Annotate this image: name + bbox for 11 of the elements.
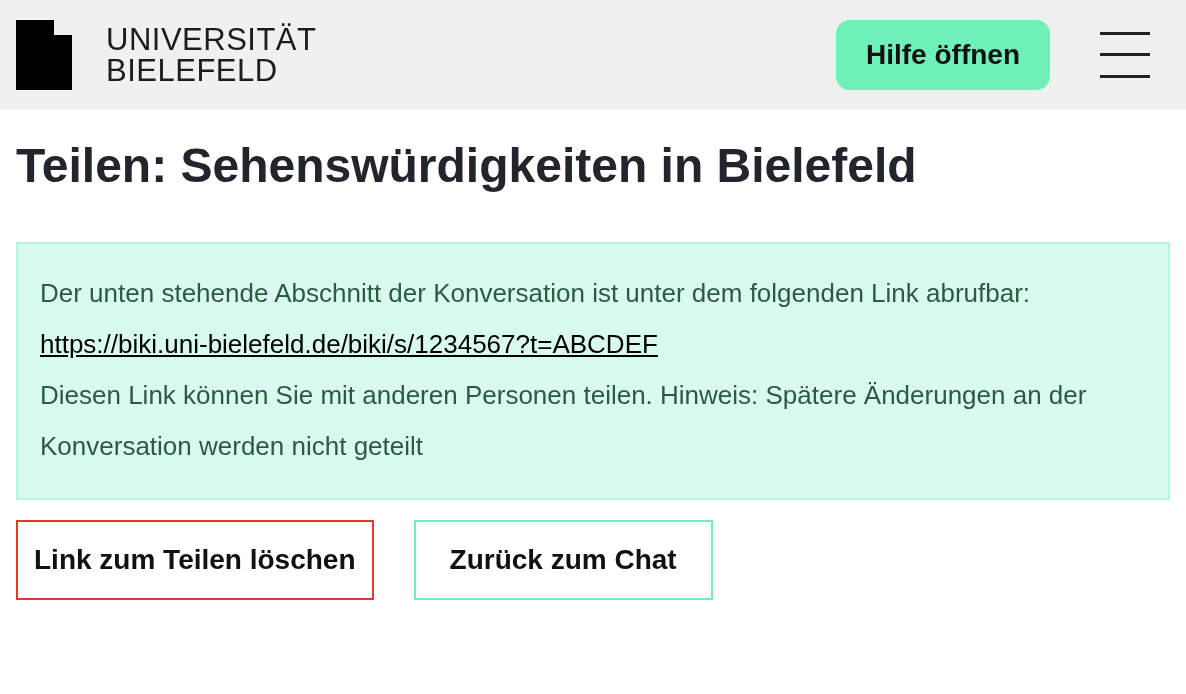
delete-link-button[interactable]: Link zum Teilen löschen [16, 520, 374, 600]
page-title: Teilen: Sehenswürdigkeiten in Bielefeld [16, 138, 918, 194]
logo-icon [16, 20, 72, 90]
share-link[interactable]: https://biki.uni-bielefeld.de/biki/s/1234567?t=ABCDEF [40, 329, 658, 359]
info-text: Der unten stehende Abschnitt der Konversation ist unter dem folgenden Link abrufbar: [40, 277, 1032, 310]
help-button[interactable]: Hilfe öffnen [836, 20, 1050, 90]
logo-text: UNIVERSITÄT [106, 24, 317, 55]
menu-icon[interactable] [1100, 32, 1150, 78]
info-text: Diesen Link können Sie mit anderen Personen teilen. Hinweis: Spätere Änderungen an der Konversation werden nicht geteilt [40, 379, 1088, 463]
back-to-chat-button[interactable]: Zurück zum Chat [413, 520, 713, 600]
logo-text: BIELEFELD [106, 55, 279, 86]
